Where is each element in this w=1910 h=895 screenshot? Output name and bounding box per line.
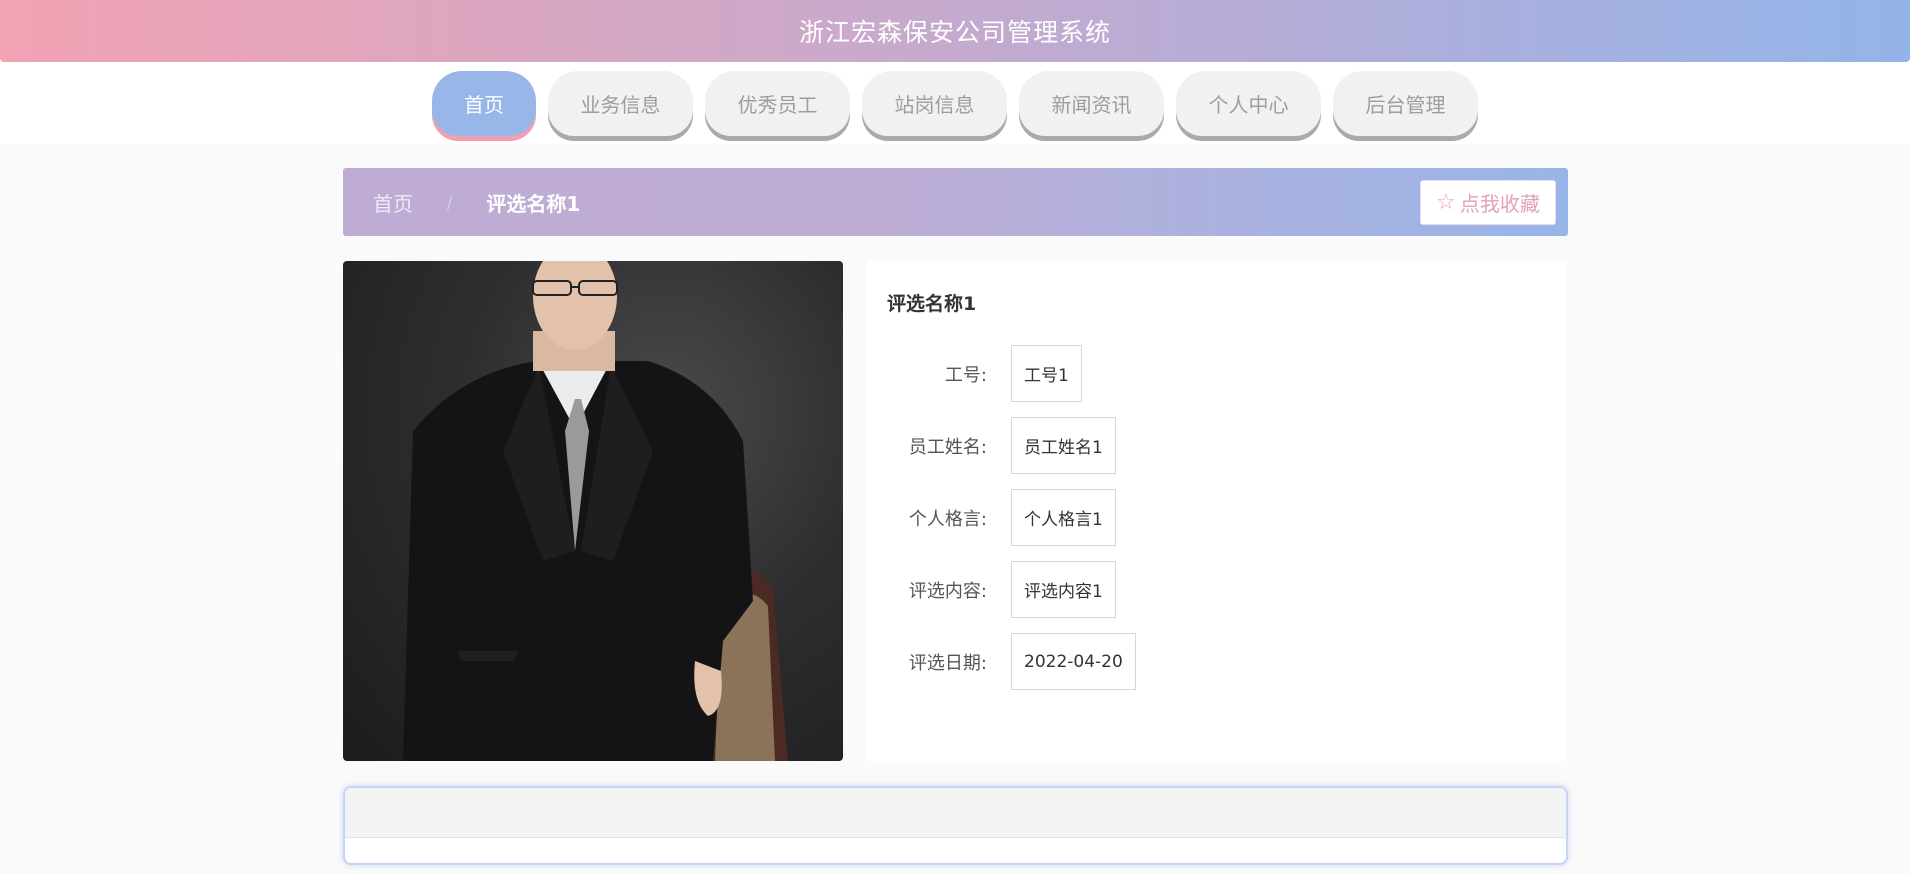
detail-content-box (343, 786, 1568, 865)
field-value: 个人格言1 (1011, 489, 1116, 546)
content-box-header (345, 788, 1566, 838)
main-content: 首页 / 评选名称1 ☆ 点我收藏 评选名称1 工号: 工号1 员工姓名: 员工… (0, 144, 1910, 874)
field-row-motto: 个人格言: 个人格言1 (867, 489, 1116, 546)
field-value: 员工姓名1 (1011, 417, 1116, 474)
field-row-selection-content: 评选内容: 评选内容1 (867, 561, 1116, 618)
breadcrumb: 首页 / 评选名称1 ☆ 点我收藏 (343, 168, 1568, 236)
nav-item-admin[interactable]: 后台管理 (1333, 71, 1478, 136)
star-outline-icon: ☆ (1436, 189, 1456, 215)
field-label: 员工姓名: (908, 436, 987, 458)
field-label: 个人格言: (908, 508, 987, 530)
field-row-employee-id: 工号: 工号1 (867, 345, 1082, 402)
field-label: 评选日期: (908, 652, 987, 674)
main-nav: 首页 业务信息 优秀员工 站岗信息 新闻资讯 个人中心 后台管理 (0, 62, 1910, 144)
field-value: 评选内容1 (1011, 561, 1116, 618)
detail-panel: 评选名称1 工号: 工号1 员工姓名: 员工姓名1 个人格言: 个人格言1 评选… (867, 261, 1567, 761)
app-title: 浙江宏森保安公司管理系统 (798, 18, 1111, 47)
field-label: 评选内容: (908, 580, 987, 602)
detail-title: 评选名称1 (887, 293, 977, 315)
nav-item-home[interactable]: 首页 (432, 71, 536, 136)
nav-item-news[interactable]: 新闻资讯 (1019, 71, 1164, 136)
breadcrumb-home[interactable]: 首页 (373, 188, 413, 217)
breadcrumb-separator: / (447, 192, 453, 212)
field-row-selection-date: 评选日期: 2022-04-20 (867, 633, 1136, 690)
field-row-employee-name: 员工姓名: 员工姓名1 (867, 417, 1116, 474)
favorite-button[interactable]: ☆ 点我收藏 (1420, 180, 1556, 225)
nav-item-business-info[interactable]: 业务信息 (548, 71, 693, 136)
app-header: 浙江宏森保安公司管理系统 (0, 0, 1910, 62)
nav-item-guard-posts[interactable]: 站岗信息 (862, 71, 1007, 136)
nav-item-outstanding-staff[interactable]: 优秀员工 (705, 71, 850, 136)
field-label: 工号: (944, 364, 987, 386)
favorite-label: 点我收藏 (1459, 192, 1540, 216)
nav-item-personal-center[interactable]: 个人中心 (1176, 71, 1321, 136)
breadcrumb-current: 评选名称1 (486, 191, 581, 216)
field-value: 工号1 (1011, 345, 1082, 402)
field-value: 2022-04-20 (1011, 633, 1136, 690)
employee-photo (343, 261, 843, 761)
employee-portrait-image (403, 261, 788, 761)
